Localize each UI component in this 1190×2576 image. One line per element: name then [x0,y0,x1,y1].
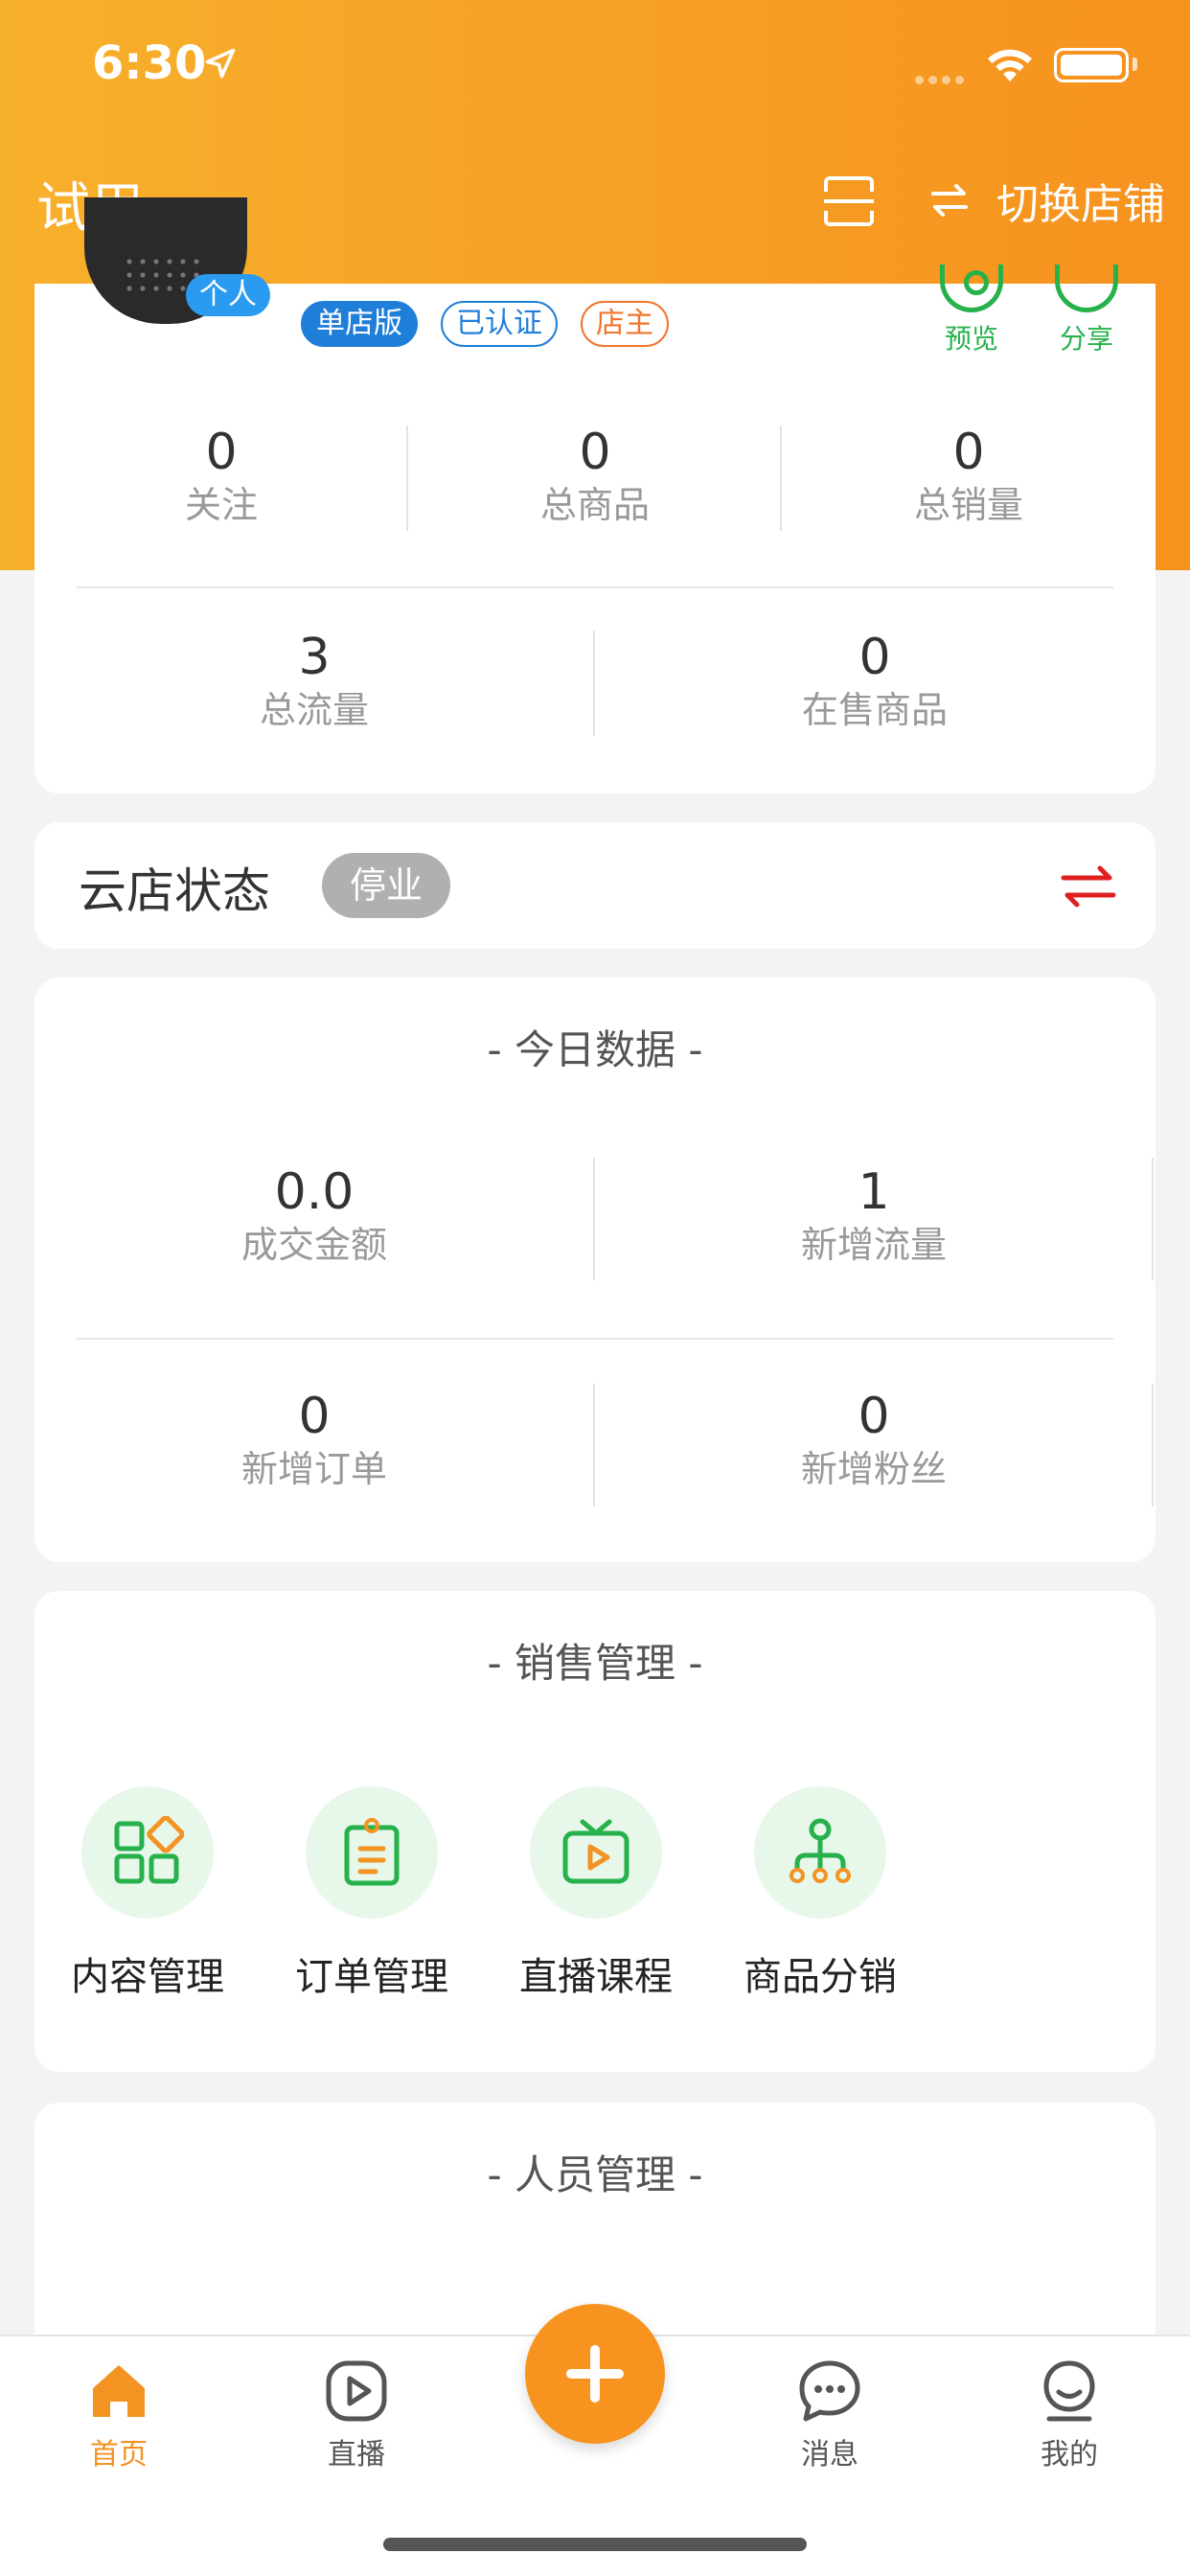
people-title: - 人员管理 - [487,2151,703,2198]
preview-label: 预览 [944,323,998,355]
share-label: 分享 [1059,323,1113,355]
share-icon [1055,264,1118,312]
eye-icon [940,264,1003,312]
swap-icon [931,184,968,217]
tab-label: 消息 [801,2438,858,2472]
divider [77,1338,1113,1340]
stat-label: 新增订单 [240,1448,387,1490]
stat-value: 0 [205,424,238,481]
status-badge: 停业 [322,853,450,918]
profile-icon [1043,2360,1095,2422]
status-time: 6:30 [92,36,207,90]
stat-label: 总商品 [539,484,650,526]
tab-mine[interactable]: 我的 [1012,2358,1127,2472]
stat-new-fans[interactable]: 0 新增粉丝 [594,1388,1154,1493]
stat-value: 0 [579,424,611,481]
switch-status-icon[interactable] [1060,862,1117,910]
tv-play-icon [562,1819,629,1884]
person-tag: 个人 [186,274,270,316]
battery-cap [1133,58,1137,71]
cloud-store-title: 云店状态 [79,863,270,919]
stat-transaction-amount[interactable]: 0.0 成交金额 [34,1163,594,1269]
scan-icon[interactable] [820,172,878,230]
add-button[interactable] [525,2304,665,2444]
switch-store-button[interactable]: 切换店铺 [929,171,1165,230]
stat-value: 3 [298,629,331,686]
stat-follow[interactable]: 0 关注 [34,424,408,529]
status-bar: 6:30 [0,0,1190,125]
divider [77,586,1113,588]
verified-tag: 已认证 [441,301,558,347]
edition-tag: 单店版 [301,301,418,347]
cellular-signal-icon [915,70,969,84]
profile-tags: 单店版 已认证 店主 [301,301,692,347]
tab-label: 直播 [328,2438,385,2472]
stat-label: 新增粉丝 [800,1448,947,1490]
stat-label: 关注 [184,484,258,526]
plus-icon [566,2345,624,2403]
tab-home[interactable]: 首页 [61,2358,176,2472]
tool-label: 内容管理 [71,1955,224,1999]
stat-total-products[interactable]: 0 总商品 [408,424,782,529]
cloud-store-status-card: 云店状态 停业 [34,822,1156,949]
stat-label: 成交金额 [240,1224,387,1266]
tool-order-management[interactable]: 订单管理 [276,1786,468,2001]
today-title: - 今日数据 - [487,1026,703,1073]
divider [1152,1158,1154,1280]
tab-messages[interactable]: 消息 [772,2358,887,2472]
share-button[interactable]: 分享 [1048,264,1125,356]
owner-tag: 店主 [581,301,669,347]
stat-label: 总销量 [913,484,1023,526]
tool-product-distribution[interactable]: 商品分销 [724,1786,916,2001]
home-icon [93,2365,145,2417]
stat-value: 0 [858,629,891,686]
home-indicator [383,2538,807,2551]
wifi-icon [988,49,1032,81]
stat-value: 1 [858,1163,890,1221]
tab-label: 首页 [90,2438,148,2472]
stat-label: 在售商品 [801,689,948,731]
battery-icon [1054,48,1129,82]
tool-label: 直播课程 [519,1955,673,1999]
stat-new-orders[interactable]: 0 新增订单 [34,1388,594,1493]
stat-value: 0.0 [274,1163,355,1221]
play-icon [326,2360,387,2422]
tool-label: 订单管理 [295,1955,448,1999]
profile-card: 个人 单店版 已认证 店主 预览 分享 0 关注 0 总商品 0 总销量 3 总… [34,197,1156,794]
tool-live-course[interactable]: 直播课程 [500,1786,692,2001]
stat-value: 0 [858,1388,890,1445]
stat-total-sales[interactable]: 0 总销量 [782,424,1156,529]
distribution-icon [790,1818,851,1883]
today-data-card: - 今日数据 - 0.0 成交金额 1 新增流量 0 新增订单 0 新增粉丝 [34,978,1156,1562]
stat-total-traffic[interactable]: 3 总流量 [34,629,594,734]
sales-management-card: - 销售管理 - 内容管理 订单管理 直播课程 商品分销 [34,1591,1156,2072]
stat-new-traffic[interactable]: 1 新增流量 [594,1163,1154,1269]
divider [1152,1384,1154,1506]
stat-label: 总流量 [259,689,369,731]
grid-icon [114,1816,184,1884]
stat-value: 0 [298,1388,331,1445]
stat-label: 新增流量 [800,1224,947,1266]
clipboard-icon [344,1818,400,1886]
tool-label: 商品分销 [744,1955,897,1999]
stat-on-sale[interactable]: 0 在售商品 [594,629,1156,734]
tool-content-management[interactable]: 内容管理 [52,1786,243,2001]
sales-title: - 销售管理 - [487,1640,703,1687]
message-icon [799,2360,860,2422]
switch-store-label: 切换店铺 [996,180,1165,229]
tab-label: 我的 [1041,2438,1098,2472]
preview-button[interactable]: 预览 [933,264,1010,356]
location-arrow-icon [205,48,236,79]
tab-live[interactable]: 直播 [299,2358,414,2472]
stat-value: 0 [952,424,985,481]
